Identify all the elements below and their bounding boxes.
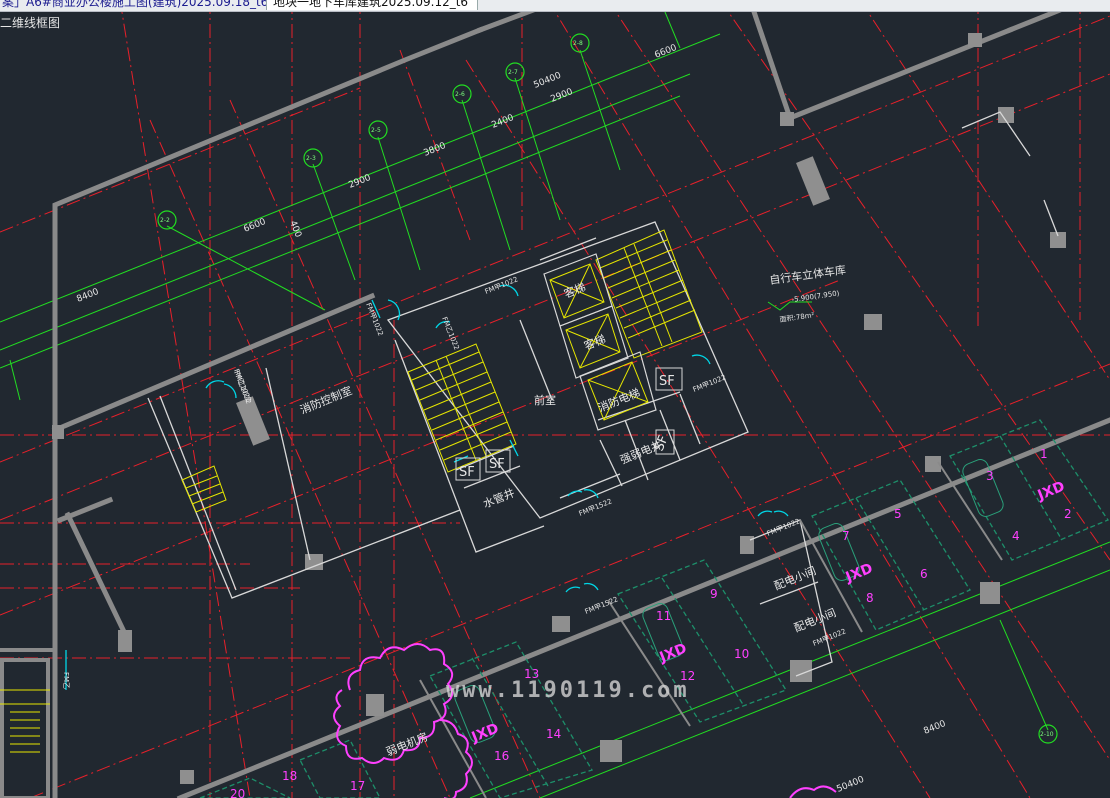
- axis-label: 2-3: [306, 155, 316, 162]
- parking-number: 8: [866, 591, 874, 605]
- parking-number: 14: [546, 727, 561, 741]
- dim-3800: 3800: [422, 141, 447, 159]
- visual-style-label[interactable]: 二维线框图: [0, 14, 60, 31]
- tree-outline: [333, 643, 837, 798]
- parking-number: 3: [986, 469, 994, 483]
- room-elevator-2: 客梯: [582, 332, 608, 353]
- dim-side: 400: [287, 219, 303, 239]
- level-marker: [767, 301, 812, 311]
- jxd-label: JXD: [657, 641, 690, 667]
- parking-numbers: 1 2 3 4 5 6 7 8 9 10 11 12 13 14 16 17 1…: [230, 447, 1072, 798]
- sf-label: SF: [659, 374, 675, 389]
- dim-6600b: 6600: [653, 43, 678, 61]
- dim-8400b: 8400: [922, 719, 947, 737]
- axis-label: 2-8: [573, 40, 583, 47]
- parking-number: 4: [1012, 529, 1020, 543]
- room-water-shaft: 水管井: [481, 485, 517, 510]
- document-tab-bar: 案」A6#商业办公楼施工图(建筑)2025.09.18_t6 地块一地下车库建筑…: [0, 0, 1110, 12]
- dim-50400: 50400: [532, 71, 563, 91]
- dim-6600: 6600: [242, 217, 267, 235]
- door-label: FM乙1022: [232, 370, 252, 405]
- document-tab-underground-garage[interactable]: 地块一地下车库建筑2025.09.12_t6: [266, 0, 478, 10]
- sf-label: SF: [489, 457, 505, 472]
- sf-label: SF: [459, 465, 475, 480]
- parking-number: 7: [842, 529, 850, 543]
- door-label: FM乙1022: [440, 316, 460, 351]
- room-bike-garage: 自行车立体车库: [768, 262, 846, 287]
- elevation-label: -5.900(7.950): [791, 289, 840, 304]
- parking-number: 5: [894, 507, 902, 521]
- left-bottom-walls: [0, 648, 55, 798]
- parking-number: 16: [494, 749, 509, 763]
- parking-number: 9: [710, 587, 718, 601]
- parking-number: 20: [230, 787, 245, 798]
- axis-markers: [157, 33, 1058, 744]
- axis-label: 2-6: [455, 91, 465, 98]
- door-label: FM甲1022: [364, 302, 384, 337]
- watermark-text: www.1190119.com: [446, 678, 690, 703]
- doors: [65, 284, 789, 690]
- axis-label: 2-5: [371, 127, 381, 134]
- room-elevator-1: 客梯: [562, 280, 588, 301]
- dim-2900b: 2900: [549, 87, 574, 105]
- parking-number: 17: [350, 779, 365, 793]
- room-fire-control: 消防控制室: [298, 383, 354, 417]
- jxd-label: JXD: [469, 721, 502, 747]
- area-label: 面积:78m²: [779, 310, 815, 324]
- door-label: FM甲1022: [692, 373, 727, 393]
- parking-number: 10: [734, 647, 749, 661]
- parking-barriers: [419, 461, 1003, 798]
- axis-label: 2-10: [1040, 731, 1054, 738]
- jxd-label: JXD: [843, 561, 876, 587]
- room-antechamber: 前室: [534, 393, 556, 407]
- parking-number: 1: [1040, 447, 1048, 461]
- door-label: FM乙: [62, 672, 70, 689]
- axis-label: 2-7: [508, 69, 518, 76]
- door-label: FM甲1522: [584, 595, 619, 615]
- room-weak-electric: 弱电机房: [384, 729, 430, 758]
- jxd-label: JXD: [1035, 479, 1068, 505]
- parking-number: 2: [1064, 507, 1072, 521]
- document-tab-a6-building[interactable]: 案」A6#商业办公楼施工图(建筑)2025.09.18_t6: [0, 0, 268, 10]
- parking-number: 11: [656, 609, 671, 623]
- jxd-labels: JXD JXD JXD JXD: [469, 479, 1068, 747]
- parking-number: 18: [282, 769, 297, 783]
- dim-2400: 2400: [490, 113, 515, 131]
- door-label: FM甲1022: [812, 627, 847, 647]
- axis-label: 2-2: [160, 217, 170, 224]
- room-distribution-1: 配电小间: [772, 564, 818, 593]
- door-label: FM甲1022: [766, 517, 801, 537]
- partitions: [147, 111, 1059, 677]
- dim-50400b: 50400: [835, 775, 866, 795]
- dim-2900: 2900: [347, 173, 372, 191]
- room-distribution-2: 配电小间: [792, 606, 838, 635]
- axis-labels: 2-2 2-3 2-5 2-6 2-7 2-8 2-10: [160, 40, 1054, 738]
- parking-number: 6: [920, 567, 928, 581]
- dim-8400: 8400: [75, 287, 100, 305]
